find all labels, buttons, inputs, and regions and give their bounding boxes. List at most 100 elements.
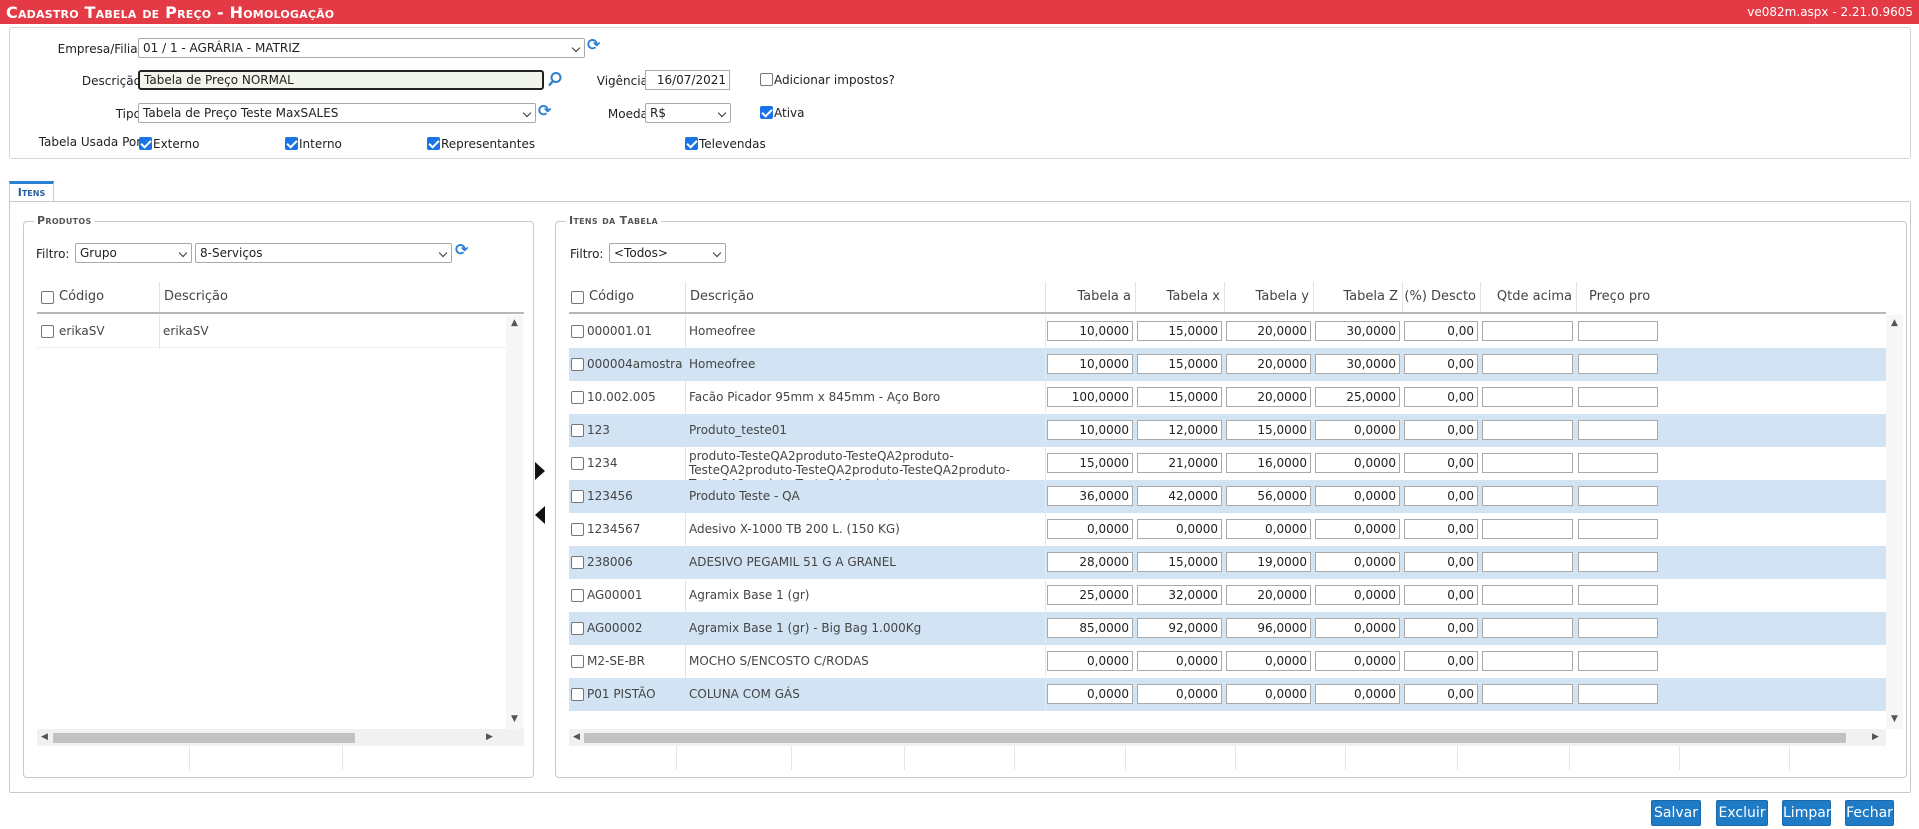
price-input-x[interactable]: 15,0000 — [1137, 552, 1222, 572]
price-input-x[interactable]: 0,0000 — [1137, 684, 1222, 704]
price-input-y[interactable]: 20,0000 — [1226, 354, 1311, 374]
price-input-x[interactable]: 92,0000 — [1137, 618, 1222, 638]
row-checkbox[interactable] — [41, 325, 54, 338]
row-checkbox[interactable] — [571, 325, 584, 338]
preco-promocional-input[interactable] — [1578, 354, 1658, 374]
price-input-y[interactable]: 20,0000 — [1226, 585, 1311, 605]
price-input-x[interactable]: 42,0000 — [1137, 486, 1222, 506]
preco-promocional-input[interactable] — [1578, 519, 1658, 539]
produtos-vertical-scrollbar[interactable]: ▲ ▼ — [506, 315, 523, 729]
price-input-desc[interactable]: 0,00 — [1404, 387, 1478, 407]
scroll-right-icon[interactable]: ▶ — [1872, 729, 1879, 746]
preco-promocional-input[interactable] — [1578, 453, 1658, 473]
table-row[interactable]: erikaSV erikaSV — [37, 315, 506, 348]
table-row[interactable]: AG00001 Agramix Base 1 (gr) 25,0000 32,0000… — [569, 579, 1886, 612]
price-input-z[interactable]: 0,0000 — [1315, 420, 1400, 440]
scroll-thumb[interactable] — [584, 733, 1846, 743]
price-input-a[interactable]: 36,0000 — [1047, 486, 1133, 506]
price-input-x[interactable]: 32,0000 — [1137, 585, 1222, 605]
price-input-a[interactable]: 10,0000 — [1047, 321, 1133, 341]
table-row[interactable]: 123456 Produto Teste - QA 36,0000 42,0000 56… — [569, 480, 1886, 513]
row-checkbox[interactable] — [571, 523, 584, 536]
price-input-z[interactable]: 0,0000 — [1315, 585, 1400, 605]
scroll-left-icon[interactable]: ◀ — [573, 729, 580, 746]
table-row[interactable]: 123 Produto_teste01 10,0000 12,0000 15,0000 0… — [569, 414, 1886, 447]
price-input-z[interactable]: 25,0000 — [1315, 387, 1400, 407]
price-input-y[interactable]: 20,0000 — [1226, 321, 1311, 341]
price-input-desc[interactable]: 0,00 — [1404, 684, 1478, 704]
price-input-z[interactable]: 0,0000 — [1315, 684, 1400, 704]
price-input-z[interactable]: 0,0000 — [1315, 552, 1400, 572]
table-row[interactable]: 238006 ADESIVO PEGAMIL 51 G A GRANEL 28,00… — [569, 546, 1886, 579]
ativa-checkbox[interactable] — [760, 106, 773, 119]
scroll-up-icon[interactable]: ▲ — [1891, 315, 1898, 332]
price-input-desc[interactable]: 0,00 — [1404, 552, 1478, 572]
price-input-z[interactable]: 30,0000 — [1315, 354, 1400, 374]
price-input-y[interactable]: 56,0000 — [1226, 486, 1311, 506]
itens-horizontal-scrollbar[interactable]: ◀ ▶ — [569, 729, 1886, 746]
preco-promocional-input[interactable] — [1578, 585, 1658, 605]
price-input-desc[interactable]: 0,00 — [1404, 651, 1478, 671]
row-checkbox[interactable] — [571, 589, 584, 602]
row-checkbox[interactable] — [571, 391, 584, 404]
price-input-desc[interactable]: 0,00 — [1404, 354, 1478, 374]
price-input-z[interactable]: 0,0000 — [1315, 486, 1400, 506]
preco-promocional-input[interactable] — [1578, 321, 1658, 341]
price-input-y[interactable]: 0,0000 — [1226, 684, 1311, 704]
descricao-input[interactable]: Tabela de Preço NORMAL — [138, 70, 544, 90]
itens-select-all-checkbox[interactable] — [571, 291, 584, 304]
produtos-filtro-tipo-select[interactable]: Grupo — [75, 243, 192, 263]
scroll-thumb[interactable] — [53, 733, 355, 743]
produtos-select-all-checkbox[interactable] — [41, 291, 54, 304]
price-input-y[interactable]: 0,0000 — [1226, 651, 1311, 671]
price-input-desc[interactable]: 0,00 — [1404, 453, 1478, 473]
table-row[interactable]: P01 PISTÃO COLUNA COM GÁS 0,0000 0,0000 0,00… — [569, 678, 1886, 711]
qtde-acima-input[interactable] — [1482, 387, 1573, 407]
refresh-icon[interactable]: ⟳ — [587, 37, 603, 53]
price-input-x[interactable]: 0,0000 — [1137, 651, 1222, 671]
table-row[interactable]: 10.002.005 Facão Picador 95mm x 845mm - A… — [569, 381, 1886, 414]
empresa-select[interactable]: 01 / 1 - AGRÁRIA - MATRIZ — [138, 38, 585, 58]
preco-promocional-input[interactable] — [1578, 552, 1658, 572]
row-checkbox[interactable] — [571, 655, 584, 668]
preco-promocional-input[interactable] — [1578, 420, 1658, 440]
price-input-a[interactable]: 28,0000 — [1047, 552, 1133, 572]
preco-promocional-input[interactable] — [1578, 684, 1658, 704]
scroll-left-icon[interactable]: ◀ — [41, 729, 48, 746]
price-input-z[interactable]: 0,0000 — [1315, 453, 1400, 473]
row-checkbox[interactable] — [571, 457, 584, 470]
price-input-a[interactable]: 10,0000 — [1047, 420, 1133, 440]
price-input-z[interactable]: 0,0000 — [1315, 618, 1400, 638]
price-input-y[interactable]: 20,0000 — [1226, 387, 1311, 407]
refresh-icon[interactable]: ⟳ — [538, 103, 554, 119]
price-input-desc[interactable]: 0,00 — [1404, 420, 1478, 440]
televendas-checkbox[interactable] — [685, 137, 698, 150]
preco-promocional-input[interactable] — [1578, 618, 1658, 638]
vigencia-input[interactable]: 16/07/2021 — [645, 70, 730, 90]
arrow-left-icon[interactable] — [533, 504, 547, 526]
search-icon[interactable] — [547, 71, 563, 87]
tab-itens[interactable]: Itens — [9, 181, 54, 202]
qtde-acima-input[interactable] — [1482, 321, 1573, 341]
price-input-z[interactable]: 0,0000 — [1315, 651, 1400, 671]
row-checkbox[interactable] — [571, 490, 584, 503]
price-input-x[interactable]: 0,0000 — [1137, 519, 1222, 539]
table-row[interactable]: 000001.01 Homeofree 10,0000 15,0000 20,0000 3… — [569, 315, 1886, 348]
interno-checkbox[interactable] — [285, 137, 298, 150]
price-input-a[interactable]: 0,0000 — [1047, 684, 1133, 704]
price-input-desc[interactable]: 0,00 — [1404, 321, 1478, 341]
produtos-filtro-valor-select[interactable]: 8-Serviços — [195, 243, 452, 263]
qtde-acima-input[interactable] — [1482, 684, 1573, 704]
price-input-x[interactable]: 15,0000 — [1137, 354, 1222, 374]
price-input-a[interactable]: 10,0000 — [1047, 354, 1133, 374]
row-checkbox[interactable] — [571, 424, 584, 437]
price-input-y[interactable]: 0,0000 — [1226, 519, 1311, 539]
representantes-checkbox[interactable] — [427, 137, 440, 150]
save-button[interactable]: Salvar — [1651, 800, 1701, 826]
qtde-acima-input[interactable] — [1482, 651, 1573, 671]
preco-promocional-input[interactable] — [1578, 486, 1658, 506]
scroll-down-icon[interactable]: ▼ — [511, 711, 518, 728]
adicionar-impostos-checkbox[interactable] — [760, 73, 773, 86]
price-input-z[interactable]: 30,0000 — [1315, 321, 1400, 341]
tipo-select[interactable]: Tabela de Preço Teste MaxSALES — [138, 103, 536, 123]
